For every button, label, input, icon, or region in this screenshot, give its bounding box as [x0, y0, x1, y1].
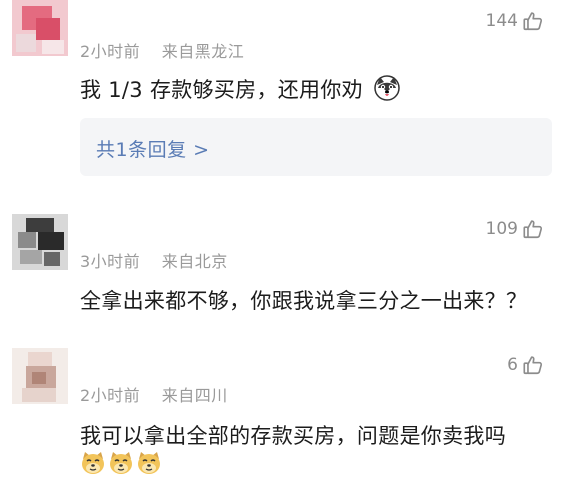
comment-text: 全拿出来都不够，你跟我说拿三分之一出来？？: [80, 289, 528, 313]
like-button[interactable]: 6: [507, 354, 544, 376]
comment-time: 2小时前: [80, 386, 141, 405]
comment-meta: 3小时前 来自北京: [80, 248, 228, 272]
doge-emoji: [136, 450, 162, 480]
view-replies-link[interactable]: 共1条回复 >: [96, 135, 210, 162]
comment-location: 来自四川: [161, 386, 228, 405]
comment-meta: 2小时前 来自四川: [80, 382, 228, 406]
thumbs-up-icon: [522, 354, 544, 376]
like-count: 109: [485, 219, 518, 239]
avatar[interactable]: [12, 0, 68, 56]
avatar[interactable]: [12, 214, 68, 270]
thumbs-up-icon: [522, 10, 544, 32]
comment-time: 2小时前: [80, 42, 141, 61]
comment-meta: 2小时前 来自黑龙江: [80, 38, 244, 62]
like-count: 144: [485, 11, 518, 31]
comment-location: 来自北京: [161, 252, 228, 271]
like-button[interactable]: 144: [486, 10, 544, 32]
doge-emoji: [80, 450, 106, 480]
comment-location: 来自黑龙江: [161, 42, 245, 61]
like-count: 6: [507, 355, 518, 375]
doge-emoji: [108, 450, 134, 480]
husky-emoji: [374, 75, 400, 106]
comment-time: 3小时前: [80, 252, 141, 271]
comment-text: 我 1/3 存款够买房，还用你劝: [80, 74, 548, 106]
reply-preview-box[interactable]: 共1条回复 >: [80, 118, 552, 176]
avatar[interactable]: [12, 348, 68, 404]
like-button[interactable]: 109: [486, 218, 544, 240]
thumbs-up-icon: [522, 218, 544, 240]
comment-text: 我可以拿出全部的存款买房，问题是你卖我吗: [80, 424, 506, 448]
emoji-row: [80, 450, 162, 480]
